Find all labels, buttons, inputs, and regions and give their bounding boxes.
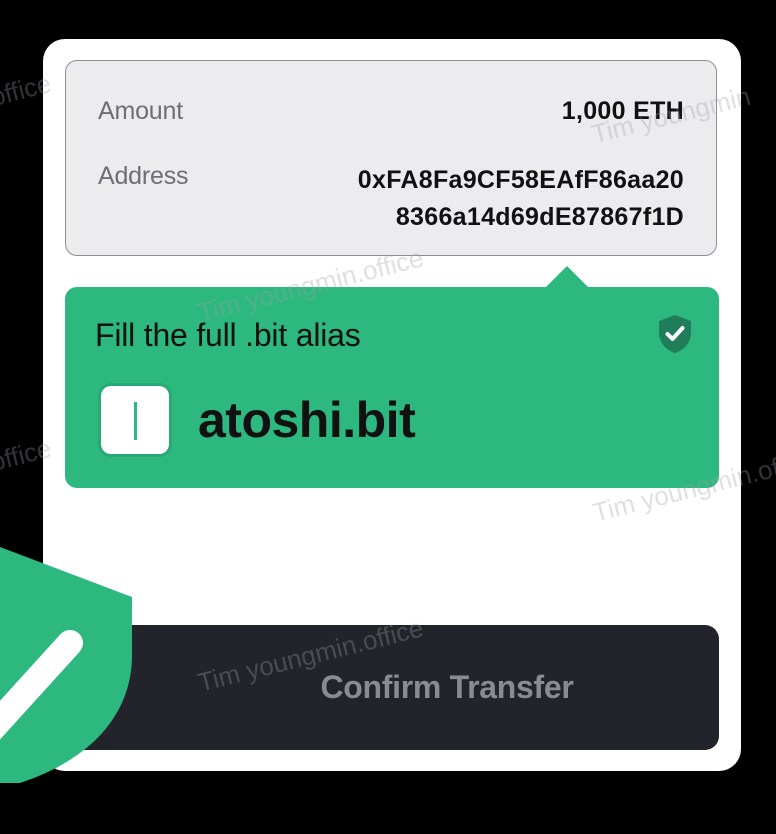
address-value: 0xFA8Fa9CF58EAfF86aa20 8366a14d69dE87867… (358, 162, 684, 236)
shield-check-icon (659, 315, 691, 353)
amount-value: 1,000 ETH (561, 97, 684, 125)
shield-check-icon (0, 547, 132, 783)
address-line-2: 8366a14d69dE87867f1D (395, 203, 684, 231)
address-line-1: 0xFA8Fa9CF58EAfF86aa20 (357, 166, 684, 194)
transfer-details-panel: Amount 1,000 ETH Address 0xFA8Fa9CF58EAf… (65, 60, 717, 256)
transfer-screen: Amount 1,000 ETH Address 0xFA8Fa9CF58EAf… (0, 0, 776, 834)
alias-panel: Fill the full .bit alias atoshi.bit (65, 287, 719, 488)
confirm-transfer-button[interactable]: Confirm Transfer (65, 625, 719, 750)
alias-title: Fill the full .bit alias (95, 317, 361, 353)
alias-panel-pointer (545, 266, 589, 288)
address-label: Address (98, 162, 189, 190)
confirm-transfer-label: Confirm Transfer (320, 669, 574, 705)
text-caret (134, 402, 137, 440)
alias-value: atoshi.bit (198, 392, 416, 448)
amount-label: Amount (98, 97, 183, 125)
alias-input-field[interactable] (101, 386, 169, 454)
